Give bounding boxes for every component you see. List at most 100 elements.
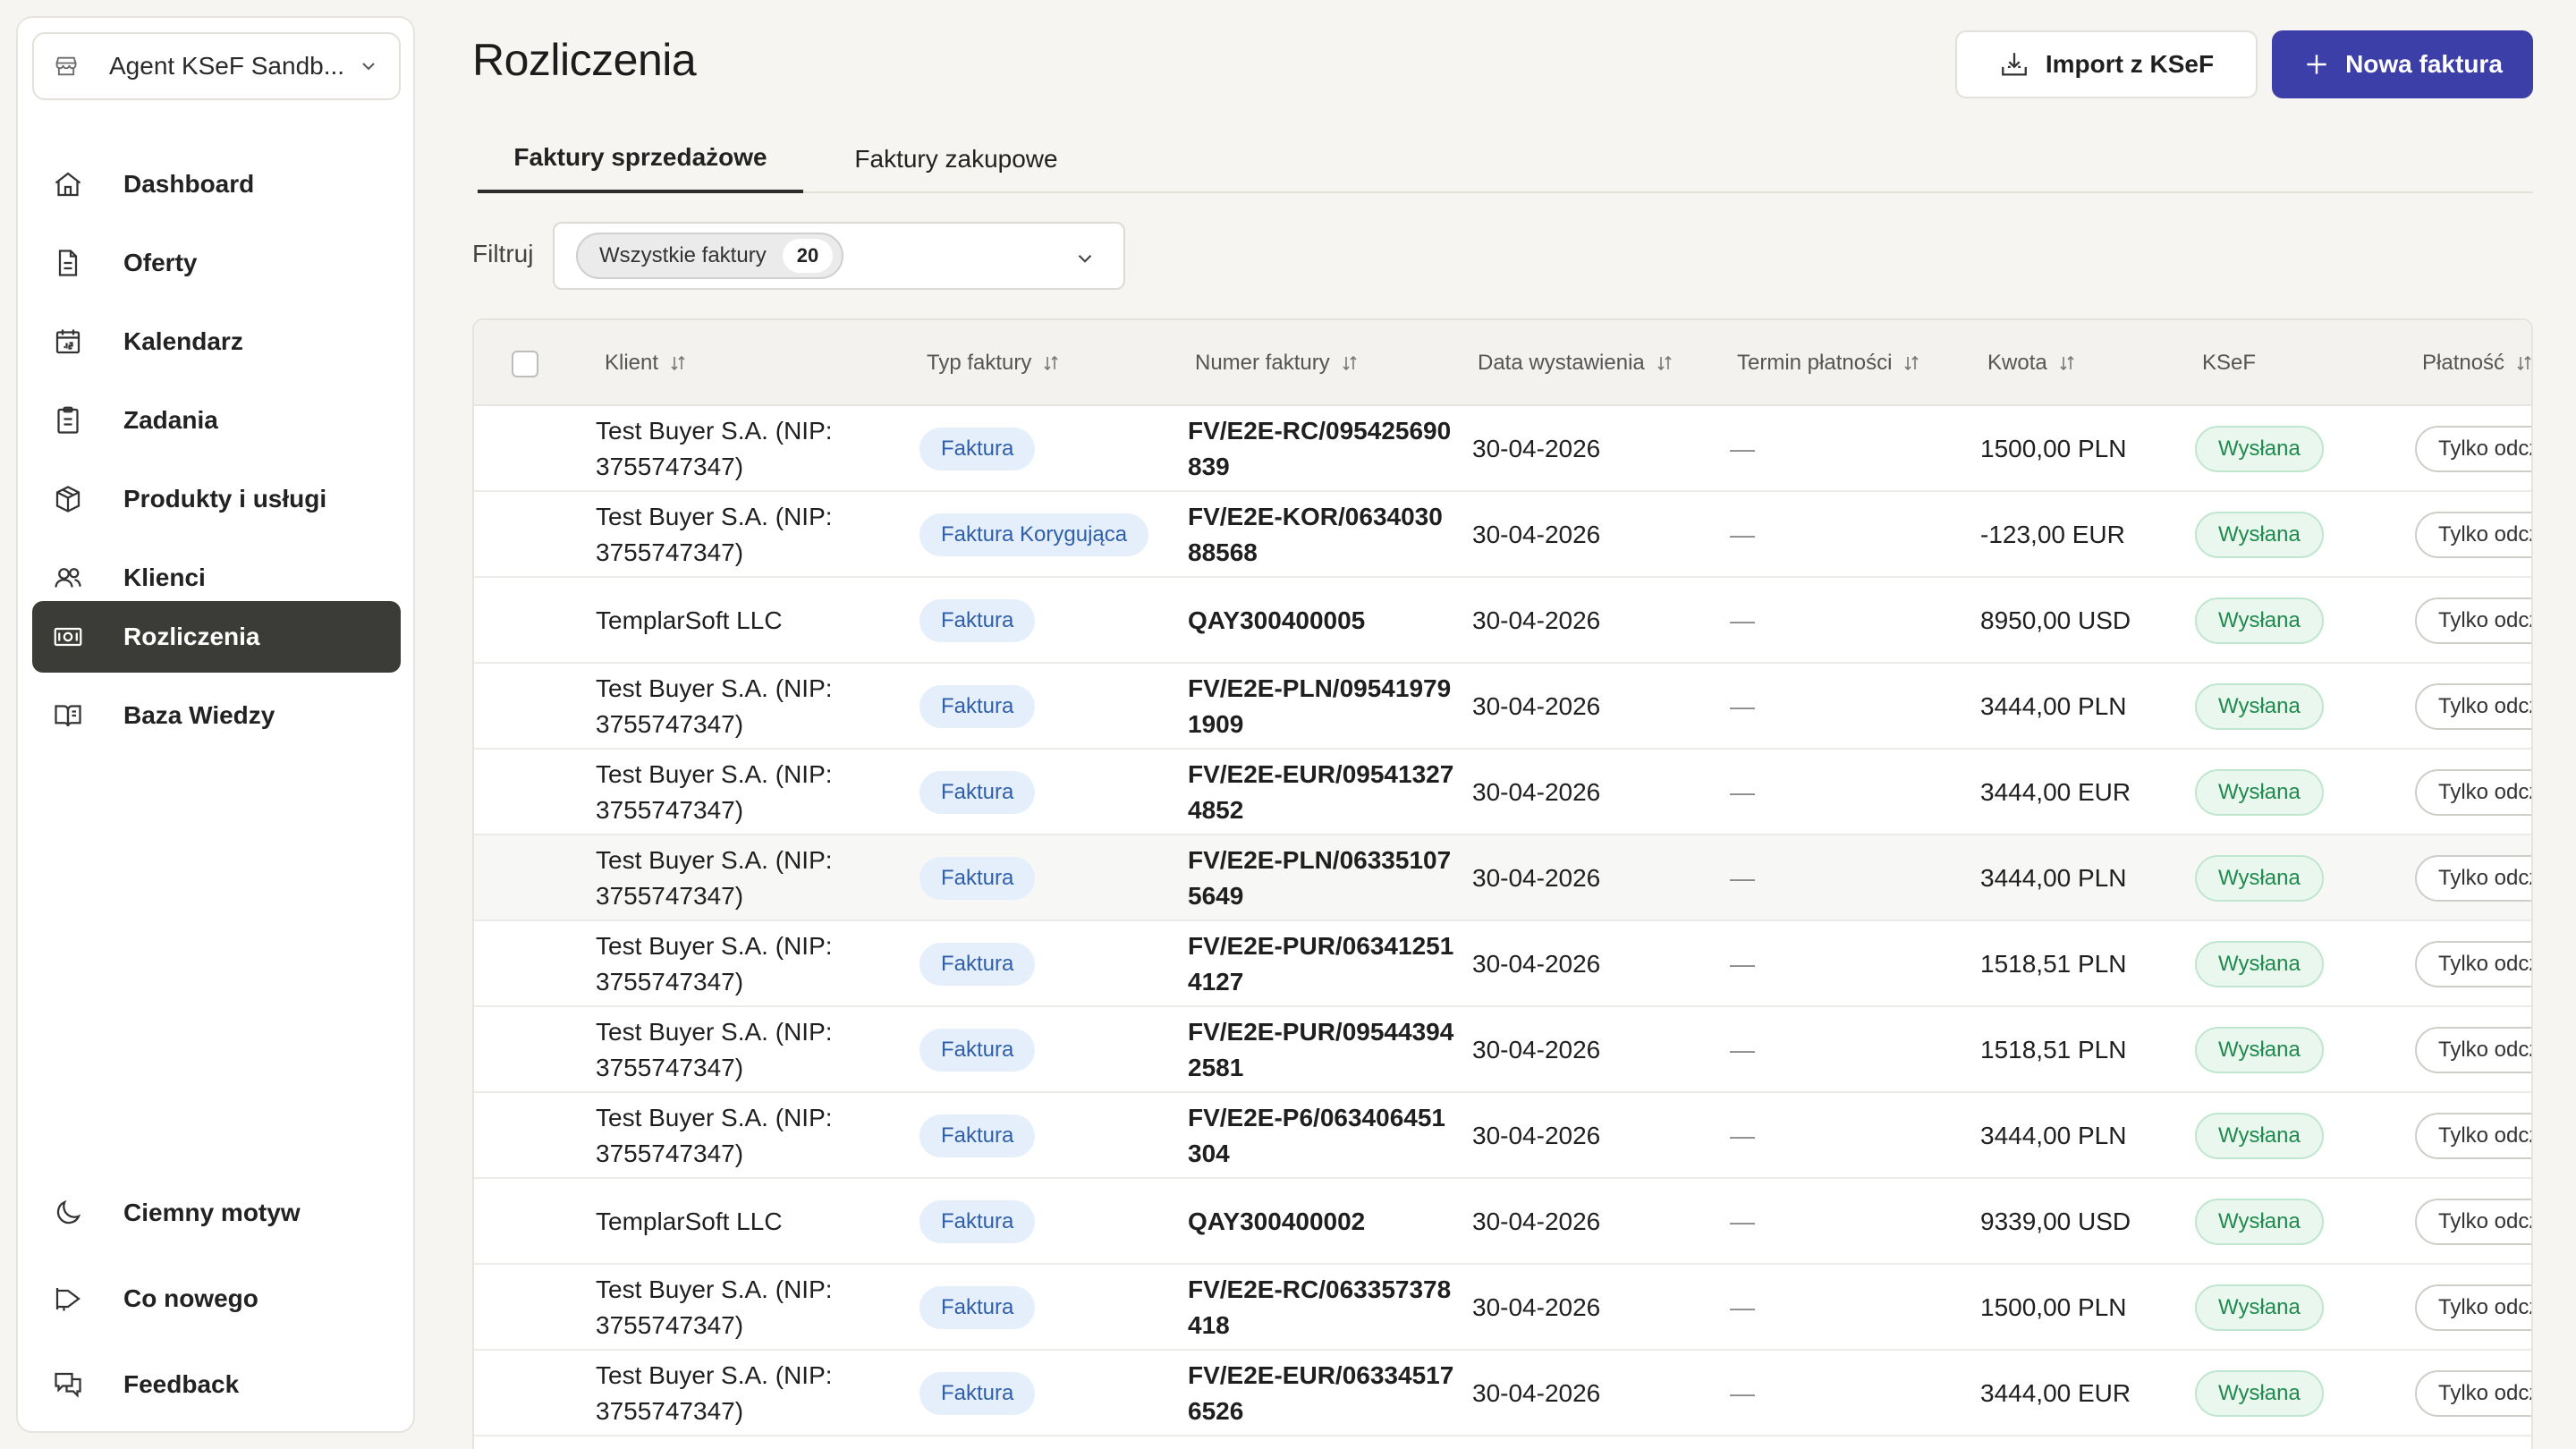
client-cell: Test Buyer S.A. (NIP: 3755747347) <box>596 417 833 480</box>
sidebar-item-oferty[interactable]: Oferty <box>32 227 401 299</box>
payment-status-badge[interactable]: Tylko odczyt <box>2415 1113 2531 1159</box>
table-row[interactable]: Test Buyer S.A. (NIP: 3755747347) Faktura… <box>474 406 2531 492</box>
amount-cell: 1500,00 PLN <box>1980 1293 2127 1321</box>
sidebar-item-baza-wiedzy[interactable]: Baza Wiedzy <box>32 680 401 751</box>
table-row[interactable]: Test Buyer S.A. (NIP: 3755747347) Faktura… <box>474 1007 2531 1093</box>
import-ksef-button[interactable]: Import z KSeF <box>1955 30 2258 98</box>
sidebar-item-produkty[interactable]: Produkty i usługi <box>32 463 401 535</box>
table-row[interactable]: Test Buyer S.A. (NIP: 3755747347) Faktura… <box>474 1351 2531 1436</box>
type-cell: Faktura Korygująca <box>919 492 1149 578</box>
sidebar-item-rozliczenia[interactable]: Rozliczenia <box>32 601 401 673</box>
payment-status-badge[interactable]: Tylko odczyt <box>2415 941 2531 987</box>
issue-date-cell: 30-04-2026 <box>1472 1122 1601 1149</box>
tab-sales-invoices[interactable]: Faktury sprzedażowe <box>478 125 803 193</box>
invoice-number-cell: FV/E2E-P6/063406451304 <box>1188 1104 1445 1167</box>
sort-icon <box>1654 352 1675 374</box>
table-row[interactable]: TemplarSoft LLC Faktura QAY300400005 30-04-… <box>474 578 2531 664</box>
due-date-cell: — <box>1730 778 1755 806</box>
client-cell: TemplarSoft LLC <box>596 1208 783 1235</box>
select-all-checkbox[interactable] <box>512 351 538 377</box>
payment-status-badge[interactable]: Tylko odczyt <box>2415 426 2531 472</box>
invoice-number-cell: FV/E2E-KOR/063403088568 <box>1188 503 1443 566</box>
payment-status-badge[interactable]: Tylko odczyt <box>2415 512 2531 558</box>
payment-status-badge[interactable]: Tylko odczyt <box>2415 1370 2531 1417</box>
column-header-label: Typ faktury <box>927 351 1032 375</box>
ksef-cell: Wysłana <box>2195 1351 2324 1436</box>
sidebar-item-ciemny-motyw[interactable]: Ciemny motyw <box>32 1177 401 1249</box>
payment-status-badge[interactable]: Tylko odczyt <box>2415 1027 2531 1073</box>
ksef-cell: Wysłana <box>2195 578 2324 664</box>
table-row[interactable]: Test Buyer S.A. (NIP: 3755747347) Faktura… <box>474 835 2531 921</box>
type-cell: Faktura <box>919 1093 1036 1179</box>
sidebar: Agent KSeF Sandb... Dashboard Oferty Kal… <box>16 16 415 1433</box>
issue-date-cell: 30-04-2026 <box>1472 1208 1601 1235</box>
sort-icon <box>1339 352 1360 374</box>
sidebar-item-kalendarz[interactable]: Kalendarz <box>32 306 401 377</box>
column-header-payment[interactable]: Płatność <box>2422 320 2531 406</box>
due-date-cell: — <box>1730 692 1755 720</box>
box-icon <box>52 483 84 515</box>
column-header-number[interactable]: Numer faktury <box>1195 320 1360 406</box>
invoice-type-badge: Faktura <box>919 685 1036 728</box>
sidebar-item-zadania[interactable]: Zadania <box>32 385 401 456</box>
tab-purchase-invoices[interactable]: Faktury zakupowe <box>826 125 1086 193</box>
type-cell: Faktura <box>919 921 1036 1007</box>
type-cell: Faktura <box>919 406 1036 492</box>
client-cell: Test Buyer S.A. (NIP: 3755747347) <box>596 674 833 738</box>
sidebar-item-label: Baza Wiedzy <box>123 701 275 729</box>
table-row[interactable]: Test Buyer S.A. (NIP: 3755747347) Faktura… <box>474 921 2531 1007</box>
sidebar-item-co-nowego[interactable]: Co nowego <box>32 1263 401 1335</box>
column-header-label: Klient <box>605 351 659 375</box>
ksef-cell: Wysłana <box>2195 750 2324 835</box>
ksef-status-badge: Wysłana <box>2195 597 2324 644</box>
invoice-tabs: Faktury sprzedażowe Faktury zakupowe <box>478 125 2533 193</box>
ksef-status-badge: Wysłana <box>2195 1027 2324 1073</box>
ksef-cell: Wysłana <box>2195 1093 2324 1179</box>
sidebar-item-feedback[interactable]: Feedback <box>32 1349 401 1420</box>
sidebar-item-dashboard[interactable]: Dashboard <box>32 148 401 220</box>
type-cell: Faktura <box>919 1179 1036 1265</box>
due-date-cell: — <box>1730 606 1755 634</box>
payment-status-badge[interactable]: Tylko odczyt <box>2415 1284 2531 1331</box>
payment-cell: Tylko odczyt <box>2415 1265 2531 1351</box>
column-header-type[interactable]: Typ faktury <box>927 320 1062 406</box>
invoice-number-cell: FV/E2E-PLN/063351075649 <box>1188 846 1452 910</box>
due-date-cell: — <box>1730 950 1755 978</box>
column-header-label: Data wystawienia <box>1478 351 1645 375</box>
sidebar-item-label: Rozliczenia <box>123 623 260 650</box>
new-invoice-button[interactable]: Nowa faktura <box>2272 30 2533 98</box>
column-header-issue-date[interactable]: Data wystawienia <box>1478 320 1675 406</box>
megaphone-icon <box>52 1283 84 1315</box>
sidebar-item-label: Klienci <box>123 564 206 591</box>
invoice-number-cell: FV/E2E-EUR/095413274852 <box>1188 760 1454 824</box>
table-row[interactable]: Test Buyer S.A. (NIP: 3755747347) Faktura… <box>474 492 2531 578</box>
amount-cell: 3444,00 PLN <box>1980 692 2127 720</box>
sidebar-item-label: Ciemny motyw <box>123 1199 301 1226</box>
type-cell: Faktura <box>919 1265 1036 1351</box>
table-row[interactable]: Test Buyer S.A. (NIP: 3755747347) Faktura… <box>474 664 2531 750</box>
table-row[interactable]: Test Buyer S.A. (NIP: 3755747347) Faktura… <box>474 750 2531 835</box>
filter-chip-all-invoices[interactable]: Wszystkie faktury 20 <box>576 233 844 279</box>
filter-label: Filtruj <box>472 240 534 267</box>
table-row[interactable]: Test Buyer S.A. (NIP: 3755747347) Faktura… <box>474 1093 2531 1179</box>
import-ksef-label: Import z KSeF <box>2045 50 2215 78</box>
filter-select[interactable]: Wszystkie faktury 20 <box>553 222 1125 290</box>
column-header-client[interactable]: Klient <box>605 320 689 406</box>
ksef-status-badge: Wysłana <box>2195 512 2324 558</box>
payment-status-badge[interactable]: Tylko odczyt <box>2415 855 2531 902</box>
payment-status-badge[interactable]: Tylko odczyt <box>2415 1199 2531 1245</box>
amount-cell: 1500,00 PLN <box>1980 435 2127 462</box>
workspace-switcher[interactable]: Agent KSeF Sandb... <box>32 32 401 100</box>
table-row[interactable]: TemplarSoft LLC Faktura QAY300400002 30-04-… <box>474 1179 2531 1265</box>
column-header-amount[interactable]: Kwota <box>1987 320 2078 406</box>
payment-status-badge[interactable]: Tylko odczyt <box>2415 769 2531 816</box>
payment-cell: Tylko odczyt <box>2415 1093 2531 1179</box>
due-date-cell: — <box>1730 435 1755 462</box>
column-header-due-date[interactable]: Termin płatności <box>1737 320 1922 406</box>
issue-date-cell: 30-04-2026 <box>1472 521 1601 548</box>
payment-status-badge[interactable]: Tylko odczyt <box>2415 597 2531 644</box>
table-row[interactable]: Test Buyer S.A. (NIP: 3755747347) Faktura… <box>474 1265 2531 1351</box>
due-date-cell: — <box>1730 1122 1755 1149</box>
payment-status-badge[interactable]: Tylko odczyt <box>2415 683 2531 730</box>
payment-cell: Tylko odczyt <box>2415 578 2531 664</box>
